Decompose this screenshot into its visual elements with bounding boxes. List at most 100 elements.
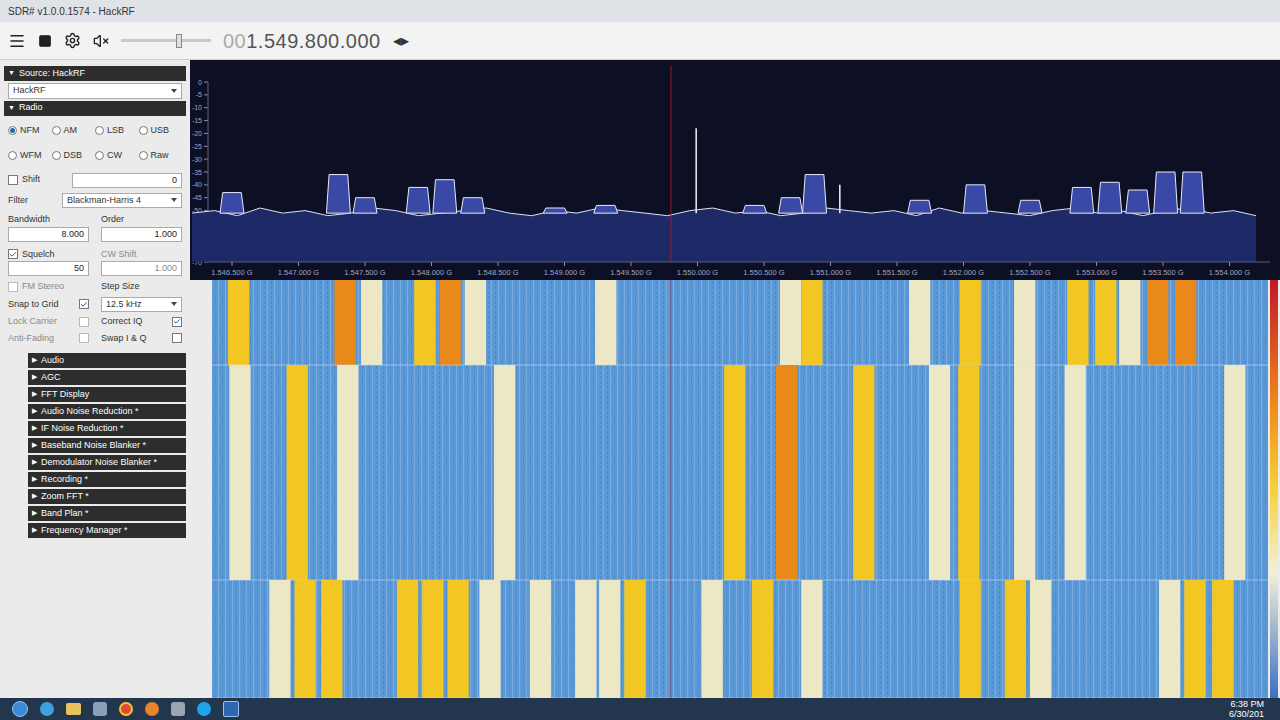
frequency-display[interactable]: 001.549.800.000: [223, 26, 381, 56]
waterfall-signal: [1147, 280, 1168, 365]
svg-text:-25: -25: [192, 143, 202, 150]
panel-header[interactable]: ▶Baseband Noise Blanker *: [28, 438, 186, 453]
panel-header[interactable]: ▶AGC: [28, 370, 186, 385]
radio-dot: [8, 151, 17, 160]
gear-icon[interactable]: [64, 32, 81, 49]
firefox-icon[interactable]: [145, 702, 159, 716]
svg-text:1.552.500 G: 1.552.500 G: [1009, 268, 1050, 277]
svg-text:-10: -10: [192, 104, 202, 111]
check-row[interactable]: Lock Carrier: [8, 315, 89, 329]
sdr-icon[interactable]: [223, 701, 239, 717]
frequency-arrows[interactable]: ◂▸: [393, 29, 409, 53]
waterfall-signal: [334, 280, 355, 365]
stop-icon[interactable]: [38, 34, 52, 48]
waterfall-signal: [465, 280, 486, 365]
checkbox[interactable]: [172, 317, 182, 327]
expand-glyph: ▶: [32, 525, 37, 536]
panel-header-label: Audio: [41, 354, 64, 368]
panel-header[interactable]: ▼Source: HackRF: [4, 66, 186, 81]
spectrum-chart[interactable]: 0-5-10-15-20-25-30-35-40-45-50-55-60-65-…: [190, 60, 1280, 280]
spike: [695, 128, 697, 213]
svg-text:-35: -35: [192, 169, 202, 176]
waterfall-signal: [960, 280, 981, 365]
chrome-icon[interactable]: [119, 702, 133, 716]
panel-header-label: Zoom FFT *: [41, 490, 89, 504]
app-icon[interactable]: [171, 702, 185, 716]
mode-radio[interactable]: Raw: [139, 149, 183, 163]
channel-peak: [326, 175, 350, 214]
mode-radio[interactable]: AM: [52, 124, 96, 138]
waterfall-signal: [1014, 280, 1035, 365]
skype-icon[interactable]: [197, 702, 211, 716]
svg-text:1.547.000 G: 1.547.000 G: [278, 268, 319, 277]
panel-header[interactable]: ▶Audio Noise Reduction *: [28, 404, 186, 419]
app-icon[interactable]: [93, 702, 107, 716]
waterfall-signal: [776, 365, 797, 580]
start-icon[interactable]: [12, 701, 28, 717]
mode-radio[interactable]: USB: [139, 124, 183, 138]
checkbox[interactable]: [172, 333, 182, 343]
tray-clock[interactable]: 6:38 PM6/30/201: [1229, 699, 1268, 719]
panel-header[interactable]: ▶Audio: [28, 353, 186, 368]
folder-icon[interactable]: [66, 703, 81, 715]
panel-header[interactable]: ▶IF Noise Reduction *: [28, 421, 186, 436]
check-row[interactable]: Correct IQ: [101, 315, 182, 329]
checkbox[interactable]: [79, 317, 89, 327]
filter-select[interactable]: Blackman-Harris 4: [62, 193, 182, 209]
check-row[interactable]: Anti-Fading: [8, 332, 89, 346]
checkbox[interactable]: [79, 299, 89, 309]
panel-header-label: Radio: [19, 101, 43, 115]
input-field[interactable]: 8.000: [8, 227, 89, 242]
panel-header[interactable]: ▼Radio: [4, 101, 186, 116]
y-tick: -5: [196, 91, 208, 98]
stereo-step-row: FM StereoStep Size: [0, 276, 190, 294]
waterfall-signal: [909, 280, 930, 365]
waterfall-signal: [575, 580, 596, 698]
bandwidth-order: BandwidthOrder8.0001.000: [0, 211, 190, 244]
dropdown-icon: [171, 89, 177, 93]
mode-radio[interactable]: CW: [95, 149, 139, 163]
input-field[interactable]: 0: [72, 173, 182, 188]
menu-icon[interactable]: [8, 32, 26, 50]
waterfall-signal: [287, 365, 308, 580]
channel-peak: [908, 200, 932, 213]
panel-header-label: Source: HackRF: [19, 67, 85, 81]
mode-radio[interactable]: WFM: [8, 149, 52, 163]
waterfall-signal: [1184, 580, 1205, 698]
input-field[interactable]: 50: [8, 261, 89, 276]
panel-header[interactable]: ▶Demodulator Noise Blanker *: [28, 455, 186, 470]
checkbox[interactable]: [8, 175, 18, 185]
waterfall-signal: [422, 580, 443, 698]
mode-radio[interactable]: DSB: [52, 149, 96, 163]
channel-peak: [779, 198, 803, 213]
expand-glyph: ▶: [32, 406, 37, 417]
input-field[interactable]: 1.000: [101, 227, 182, 242]
y-tick: -45: [192, 194, 208, 201]
panel-header[interactable]: ▶Recording *: [28, 472, 186, 487]
mode-radio[interactable]: NFM: [8, 124, 52, 138]
waterfall[interactable]: [190, 280, 1280, 698]
shift-row: Shift0: [0, 171, 190, 190]
check-row[interactable]: Swap I & Q: [101, 332, 182, 346]
panel-header[interactable]: ▶FFT Display: [28, 387, 186, 402]
panel-header[interactable]: ▶Band Plan *: [28, 506, 186, 521]
channel-peak: [803, 175, 827, 214]
svg-text:-40: -40: [192, 181, 202, 188]
step-size-select[interactable]: 12.5 kHz: [101, 297, 182, 313]
checkbox[interactable]: [8, 282, 18, 292]
x-tick: 1.552.500 G: [1009, 262, 1050, 277]
checkbox[interactable]: [8, 249, 18, 259]
mute-icon[interactable]: [93, 33, 109, 49]
input-field[interactable]: 1.000: [101, 261, 182, 276]
panel-header[interactable]: ▶Frequency Manager *: [28, 523, 186, 538]
center-frequency-line[interactable]: [670, 66, 671, 262]
expand-glyph: ▶: [32, 508, 37, 519]
radio-dot: [95, 126, 104, 135]
device-select[interactable]: HackRF: [8, 83, 182, 99]
mode-radio[interactable]: LSB: [95, 124, 139, 138]
checkbox[interactable]: [79, 333, 89, 343]
browser-icon[interactable]: [40, 702, 54, 716]
panel-header[interactable]: ▶Zoom FFT *: [28, 489, 186, 504]
volume-slider[interactable]: [121, 34, 211, 48]
check-row[interactable]: Snap to Grid: [8, 297, 89, 313]
